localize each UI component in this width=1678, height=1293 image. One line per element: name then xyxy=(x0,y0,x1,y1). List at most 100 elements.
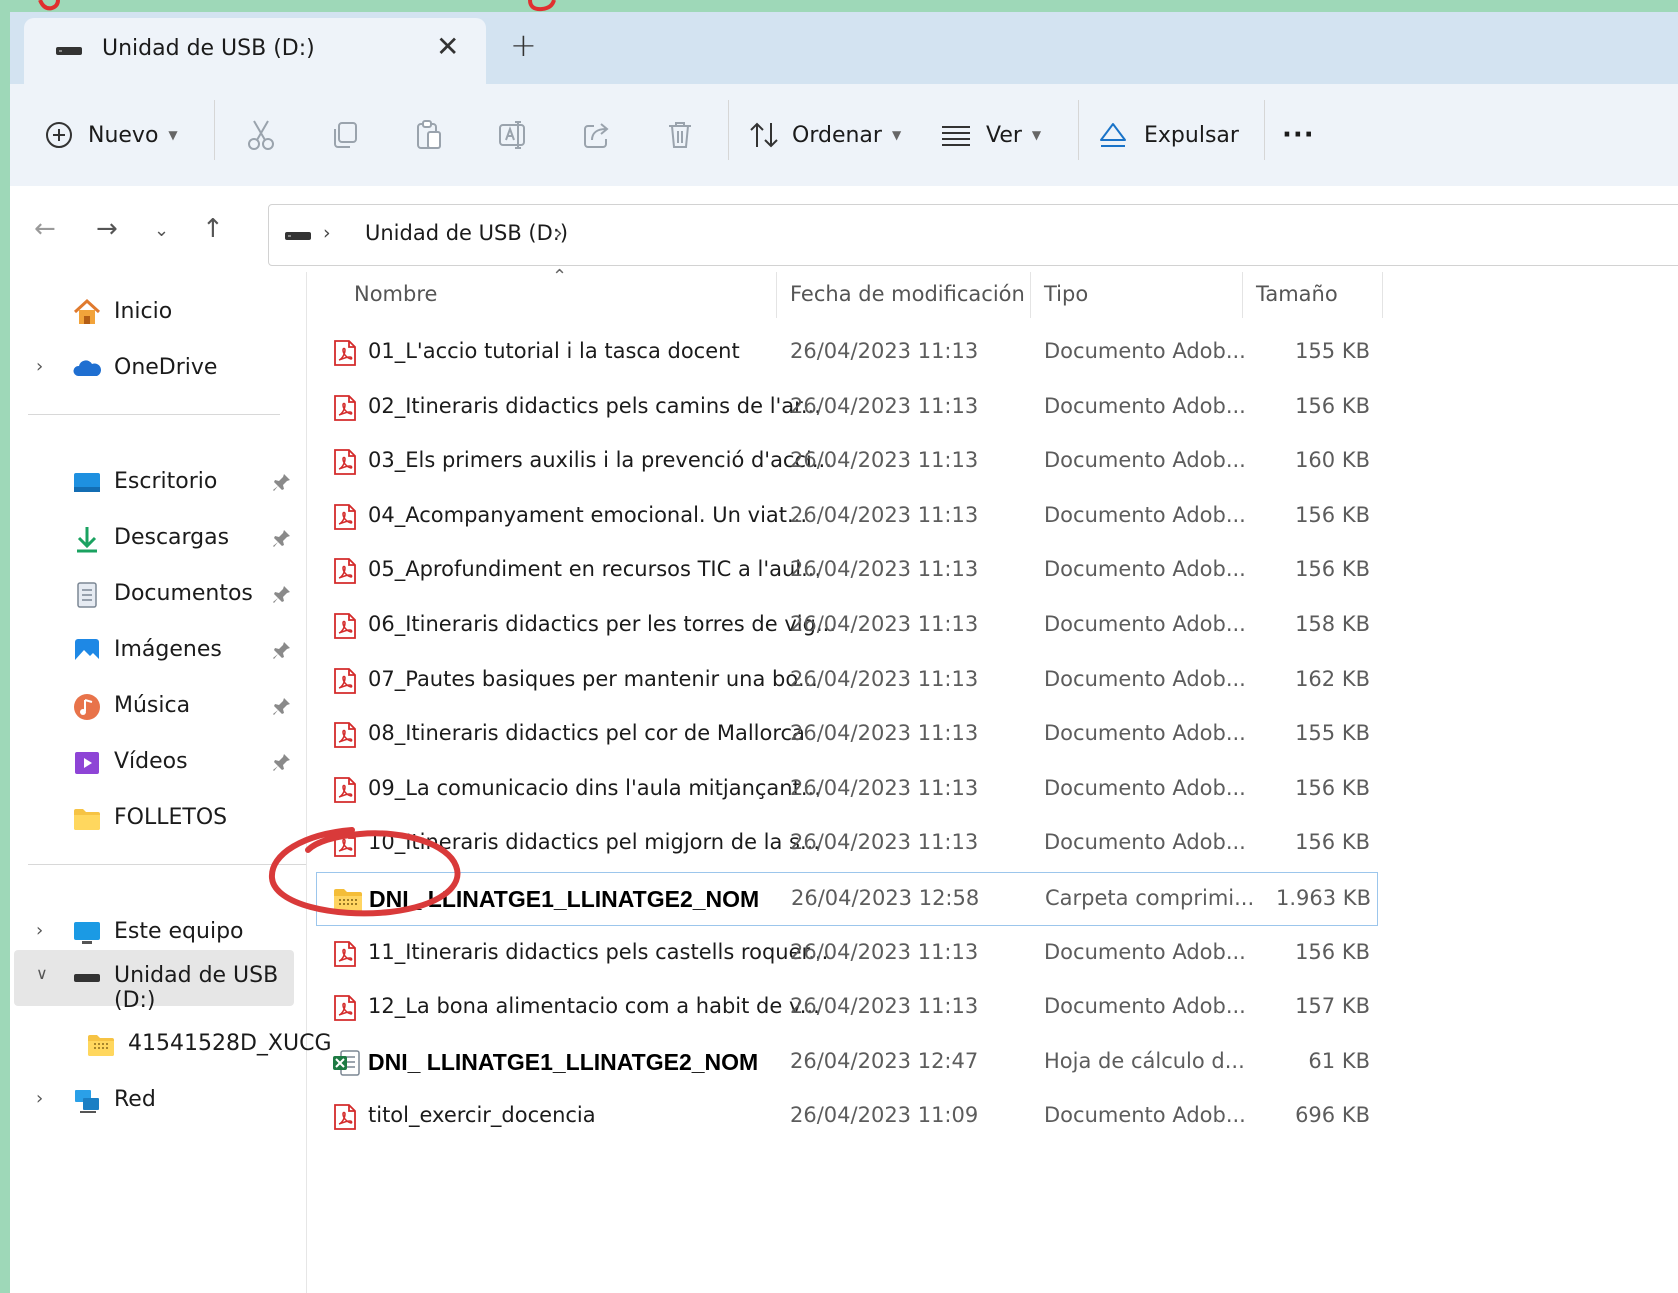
pdf-icon xyxy=(332,940,358,972)
share-button[interactable] xyxy=(582,84,612,186)
file-row-10[interactable]: 10_Itineraris didactics pel migjorn de l… xyxy=(316,817,1376,869)
sidebar-item-folletos[interactable]: FOLLETOS xyxy=(10,792,306,846)
file-size: 155 KB xyxy=(1295,721,1370,746)
sidebar-item-inicio[interactable]: Inicio xyxy=(10,286,306,340)
forward-arrow-icon[interactable]: → xyxy=(96,214,118,244)
file-row-3[interactable]: 03_Els primers auxilis i la prevenció d'… xyxy=(316,435,1376,487)
navigation-bar: ← → ⌄ ↑ › Unidad de USB (D:) › xyxy=(10,186,1678,272)
column-header-type[interactable]: Tipo xyxy=(1044,282,1088,306)
column-divider[interactable] xyxy=(1030,272,1031,318)
column-header-size[interactable]: Tamaño xyxy=(1256,282,1338,306)
rename-button[interactable] xyxy=(498,84,530,186)
sidebar-item-musica[interactable]: Música xyxy=(10,680,306,734)
up-arrow-icon[interactable]: ↑ xyxy=(202,214,224,244)
file-row-15[interactable]: titol_exercir_docencia 26/04/2023 11:09 Do… xyxy=(316,1090,1376,1142)
new-button[interactable]: Nuevo ▼ xyxy=(44,84,178,186)
file-row-1[interactable]: 01_L'accio tutorial i la tasca docent 26/… xyxy=(316,326,1376,378)
expand-chevron-icon[interactable]: › xyxy=(36,920,43,941)
sidebar-item-documentos[interactable]: Documentos xyxy=(10,568,306,622)
file-date: 26/04/2023 11:13 xyxy=(790,939,979,964)
file-name: DNI_ LLINATGE1_LLINATGE2_NOM xyxy=(369,886,760,912)
sidebar-item-escritorio[interactable]: Escritorio xyxy=(10,456,306,510)
file-row-4[interactable]: 04_Acompanyament emocional. Un viat... 26… xyxy=(316,490,1376,542)
pin-icon[interactable] xyxy=(272,472,292,492)
sidebar-item-zip-folder[interactable]: 41541528D_XUCG xyxy=(10,1018,332,1072)
sort-button[interactable]: Ordenar ▼ xyxy=(748,84,901,186)
file-type: Documento Adob... xyxy=(1044,557,1246,582)
usb-drive-icon xyxy=(285,232,311,240)
paste-button[interactable] xyxy=(414,84,444,186)
file-size: 157 KB xyxy=(1295,994,1370,1019)
zip-folder-icon xyxy=(88,1035,114,1056)
column-divider[interactable] xyxy=(1382,272,1383,318)
chevron-down-icon: ▼ xyxy=(1031,128,1042,142)
pin-icon[interactable] xyxy=(272,696,292,716)
file-type: Hoja de cálculo d... xyxy=(1044,1048,1245,1073)
eject-icon xyxy=(1100,123,1126,147)
share-icon xyxy=(584,123,609,148)
pin-icon[interactable] xyxy=(272,528,292,548)
pdf-icon xyxy=(332,994,358,1026)
cut-button[interactable] xyxy=(246,84,276,186)
sidebar-item-label: Música xyxy=(114,693,191,718)
sidebar-item-label: Red xyxy=(114,1087,156,1112)
sidebar-item-videos[interactable]: Vídeos xyxy=(10,736,306,790)
file-row-6[interactable]: 06_Itineraris didactics per les torres d… xyxy=(316,599,1376,651)
pdf-icon xyxy=(332,557,358,589)
file-size: 162 KB xyxy=(1295,666,1370,691)
tab-usb-drive[interactable]: Unidad de USB (D:) ✕ xyxy=(24,18,486,84)
pin-icon[interactable] xyxy=(272,752,292,772)
tab-title: Unidad de USB (D:) xyxy=(102,36,315,61)
file-row-8[interactable]: 08_Itineraris didactics pel cor de Mallo… xyxy=(316,708,1376,760)
file-row-11[interactable]: DNI_ LLINATGE1_LLINATGE2_NOM 26/04/2023 1… xyxy=(316,872,1378,926)
sidebar-item-usb-drive-selected[interactable]: ∨ Unidad de USB (D:) xyxy=(14,950,294,1013)
column-header-date[interactable]: Fecha de modificación xyxy=(790,282,1025,306)
copy-button[interactable] xyxy=(330,84,360,186)
sidebar-item-red[interactable]: › Red xyxy=(10,1074,306,1128)
file-row-9[interactable]: 09_La comunicacio dins l'aula mitjançant… xyxy=(316,763,1376,815)
close-tab-icon[interactable]: ✕ xyxy=(436,30,459,63)
back-arrow-icon[interactable]: ← xyxy=(34,214,56,244)
delete-button[interactable] xyxy=(666,84,694,186)
pin-icon[interactable] xyxy=(272,584,292,604)
column-divider[interactable] xyxy=(776,272,777,318)
file-row-5[interactable]: 05_Aprofundiment en recursos TIC a l'aul… xyxy=(316,544,1376,596)
sidebar-item-label: Unidad de USB (D:) xyxy=(114,963,279,1013)
file-row-12[interactable]: 11_Itineraris didactics pels castells ro… xyxy=(316,927,1376,979)
cropped-heading-fragment xyxy=(0,0,1678,12)
file-row-2[interactable]: 02_Itineraris didactics pels camins de l… xyxy=(316,381,1376,433)
breadcrumb-separator-icon[interactable]: › xyxy=(323,222,331,244)
address-bar[interactable]: › Unidad de USB (D:) › xyxy=(268,204,1678,266)
sidebar-item-onedrive[interactable]: › OneDrive xyxy=(10,342,306,396)
pdf-icon xyxy=(332,394,358,426)
view-button[interactable]: Ver ▼ xyxy=(940,84,1041,186)
breadcrumb-separator-icon[interactable]: › xyxy=(555,222,563,244)
file-name: 07_Pautes basiques per mantenir una bo..… xyxy=(368,666,818,691)
sidebar-item-label: OneDrive xyxy=(114,355,218,380)
file-date: 26/04/2023 11:13 xyxy=(790,775,979,800)
sidebar-item-imagenes[interactable]: Imágenes xyxy=(10,624,306,678)
collapse-chevron-icon[interactable]: ∨ xyxy=(36,964,48,983)
file-name: 08_Itineraris didactics pel cor de Mallo… xyxy=(368,721,805,746)
expand-chevron-icon[interactable]: › xyxy=(36,356,43,377)
expand-chevron-icon[interactable]: › xyxy=(36,1088,43,1109)
file-name: titol_exercir_docencia xyxy=(368,1103,596,1128)
new-tab-button[interactable]: + xyxy=(510,26,537,64)
file-name: 09_La comunicacio dins l'aula mitjançant… xyxy=(368,775,821,800)
usb-drive-icon xyxy=(56,47,82,55)
file-size: 1.963 KB xyxy=(1276,886,1371,910)
eject-button[interactable]: Expulsar xyxy=(1098,84,1239,186)
pdf-icon xyxy=(332,667,358,699)
column-divider[interactable] xyxy=(1242,272,1243,318)
more-options-button[interactable]: ··· xyxy=(1282,84,1315,186)
column-header-name[interactable]: Nombre xyxy=(354,282,437,306)
breadcrumb-usb-drive[interactable]: Unidad de USB (D:) xyxy=(365,221,568,245)
file-row-13[interactable]: 12_La bona alimentacio com a habit de v.… xyxy=(316,981,1376,1033)
file-row-14[interactable]: DNI_ LLINATGE1_LLINATGE2_NOM 26/04/2023 1… xyxy=(316,1036,1376,1088)
file-size: 156 KB xyxy=(1295,775,1370,800)
file-row-7[interactable]: 07_Pautes basiques per mantenir una bo..… xyxy=(316,654,1376,706)
sidebar-item-label: Imágenes xyxy=(114,637,222,662)
recent-locations-chevron-icon[interactable]: ⌄ xyxy=(154,220,169,241)
sidebar-item-descargas[interactable]: Descargas xyxy=(10,512,306,566)
pin-icon[interactable] xyxy=(272,640,292,660)
